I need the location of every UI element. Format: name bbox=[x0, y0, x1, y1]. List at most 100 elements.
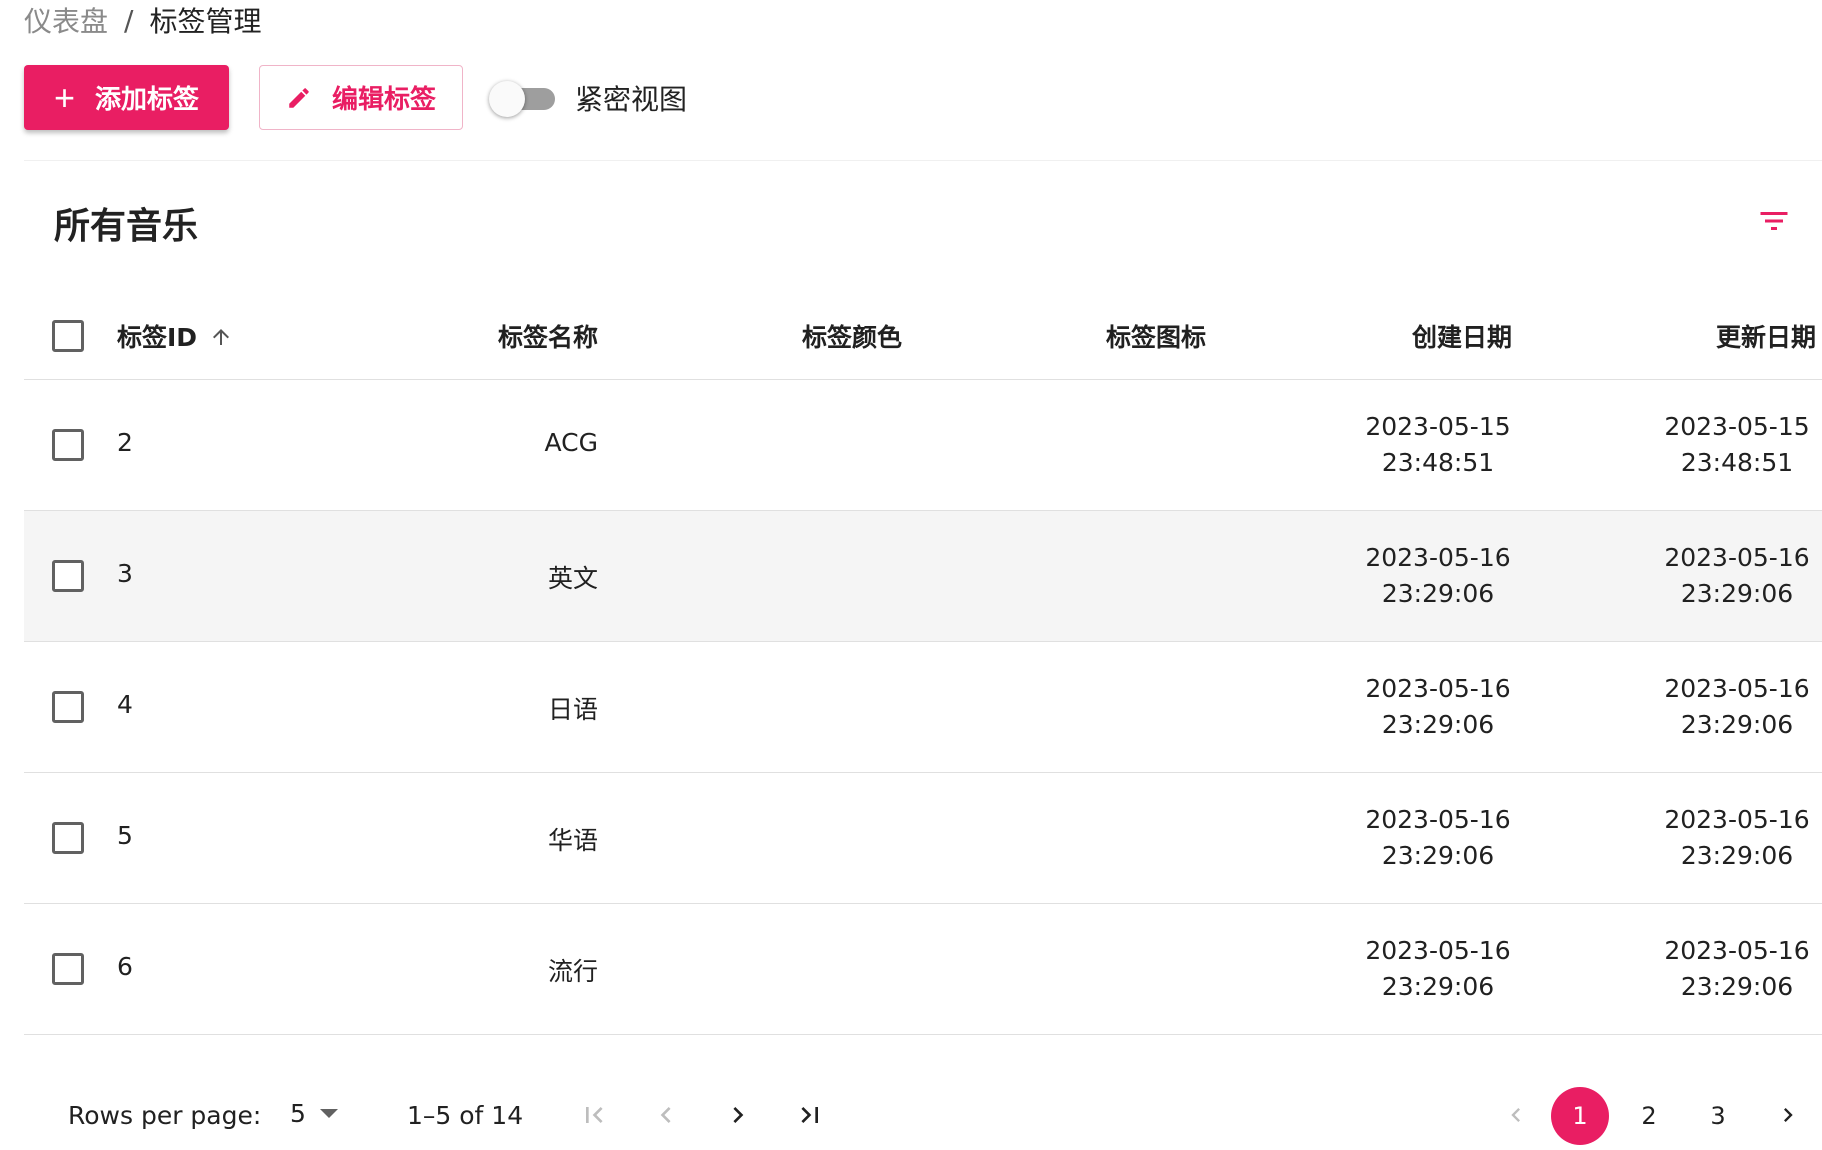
tags-card: 所有音乐 标签ID 标签名称 标签颜色 标签图标 创建日期 更新日期 2 ACG… bbox=[24, 160, 1822, 1150]
header-updated-date[interactable]: 更新日期 bbox=[1716, 318, 1816, 354]
page-button-2[interactable]: 2 bbox=[1620, 1087, 1678, 1145]
arrow-up-icon bbox=[213, 329, 230, 345]
cell-updated-date: 2023-05-16 23:29:06 bbox=[1637, 802, 1822, 874]
rows-per-page-value: 5 bbox=[290, 1099, 306, 1128]
cell-created-date: 2023-05-16 23:29:06 bbox=[1338, 671, 1538, 743]
cell-tag-id: 6 bbox=[117, 952, 133, 981]
created-time: 23:48:51 bbox=[1381, 448, 1495, 477]
cell-created-date: 2023-05-16 23:29:06 bbox=[1338, 933, 1538, 1005]
add-tag-label: 添加标签 bbox=[95, 84, 200, 114]
caret-down-icon bbox=[319, 1109, 338, 1118]
updated-date: 2023-05-15 bbox=[1664, 412, 1810, 441]
pagination: Rows per page: 5 1–5 of 14 1 2 3 bbox=[24, 1081, 1822, 1150]
prev-page-button[interactable] bbox=[642, 1091, 690, 1139]
last-page-icon bbox=[801, 1107, 818, 1123]
cell-tag-name: 华语 bbox=[547, 826, 598, 855]
updated-time: 23:29:06 bbox=[1680, 710, 1794, 739]
updated-time: 23:48:51 bbox=[1680, 448, 1794, 477]
created-time: 23:29:06 bbox=[1381, 972, 1495, 1001]
cell-tag-id: 4 bbox=[117, 690, 133, 719]
updated-date: 2023-05-16 bbox=[1664, 805, 1810, 834]
cell-updated-date: 2023-05-16 23:29:06 bbox=[1637, 540, 1822, 612]
updated-time: 23:29:06 bbox=[1680, 579, 1794, 608]
updated-time: 23:29:06 bbox=[1680, 841, 1794, 870]
pagination-range: 1–5 of 14 bbox=[407, 1101, 524, 1130]
cell-tag-name: 日语 bbox=[547, 695, 598, 724]
cell-tag-name: ACG bbox=[544, 428, 599, 457]
row-checkbox[interactable] bbox=[52, 953, 84, 985]
cell-tag-name: 流行 bbox=[547, 957, 598, 986]
rows-per-page-select[interactable]: 5 bbox=[290, 1099, 338, 1128]
breadcrumb: 仪表盘 / 标签管理 bbox=[24, 0, 261, 40]
row-checkbox[interactable] bbox=[52, 560, 84, 592]
created-time: 23:29:06 bbox=[1381, 710, 1495, 739]
row-checkbox[interactable] bbox=[52, 691, 84, 723]
chevron-right-icon bbox=[733, 1107, 744, 1123]
toolbar: + 添加标签 编辑标签 紧密视图 bbox=[24, 65, 687, 130]
select-all-checkbox[interactable] bbox=[52, 320, 84, 352]
row-checkbox[interactable] bbox=[52, 822, 84, 854]
row-checkbox[interactable] bbox=[52, 429, 84, 461]
last-page-button[interactable] bbox=[786, 1091, 834, 1139]
filter-list-icon bbox=[1760, 212, 1788, 230]
header-tag-icon[interactable]: 标签图标 bbox=[1106, 318, 1206, 354]
rows-per-page-label: Rows per page: bbox=[68, 1101, 262, 1130]
table-row[interactable]: 5 华语 2023-05-16 23:29:06 2023-05-16 23:29:… bbox=[24, 773, 1822, 904]
header-tag-id[interactable]: 标签ID bbox=[117, 318, 233, 354]
cell-tag-id: 5 bbox=[117, 821, 133, 850]
cell-created-date: 2023-05-16 23:29:06 bbox=[1338, 802, 1538, 874]
updated-date: 2023-05-16 bbox=[1664, 936, 1810, 965]
cell-created-date: 2023-05-15 23:48:51 bbox=[1338, 409, 1538, 481]
breadcrumb-current: 标签管理 bbox=[149, 5, 262, 38]
created-date: 2023-05-15 bbox=[1365, 412, 1511, 441]
cell-tag-id: 3 bbox=[117, 559, 133, 588]
edit-tag-label: 编辑标签 bbox=[331, 84, 436, 114]
chevron-right-icon bbox=[1784, 1108, 1793, 1122]
created-date: 2023-05-16 bbox=[1365, 674, 1511, 703]
created-date: 2023-05-16 bbox=[1365, 936, 1511, 965]
page-prev-button[interactable] bbox=[1492, 1091, 1540, 1139]
breadcrumb-dashboard[interactable]: 仪表盘 bbox=[24, 0, 108, 40]
table-row[interactable]: 3 英文 2023-05-16 23:29:06 2023-05-16 23:29:… bbox=[24, 511, 1822, 642]
first-page-icon bbox=[586, 1107, 603, 1123]
created-time: 23:29:06 bbox=[1381, 841, 1495, 870]
created-date: 2023-05-16 bbox=[1365, 805, 1511, 834]
chevron-left-icon bbox=[660, 1107, 671, 1123]
filter-button[interactable] bbox=[1744, 191, 1804, 251]
next-page-button[interactable] bbox=[714, 1091, 762, 1139]
chevron-left-icon bbox=[1511, 1108, 1520, 1122]
dense-view-label: 紧密视图 bbox=[575, 82, 688, 116]
cell-updated-date: 2023-05-15 23:48:51 bbox=[1637, 409, 1822, 481]
card-title: 所有音乐 bbox=[54, 206, 199, 247]
pencil-icon bbox=[289, 87, 309, 108]
table-row[interactable]: 4 日语 2023-05-16 23:29:06 2023-05-16 23:29:… bbox=[24, 642, 1822, 773]
table-header: 标签ID 标签名称 标签颜色 标签图标 创建日期 更新日期 bbox=[24, 291, 1822, 380]
updated-date: 2023-05-16 bbox=[1664, 543, 1810, 572]
switch-thumb bbox=[489, 80, 525, 117]
page-button-1[interactable]: 1 bbox=[1551, 1087, 1609, 1145]
header-created-date[interactable]: 创建日期 bbox=[1412, 318, 1512, 354]
cell-tag-name: 英文 bbox=[547, 564, 598, 593]
header-tag-color[interactable]: 标签颜色 bbox=[802, 318, 902, 354]
table-row[interactable]: 2 ACG 2023-05-15 23:48:51 2023-05-15 23:48… bbox=[24, 380, 1822, 511]
page-next-button[interactable] bbox=[1764, 1091, 1812, 1139]
edit-tag-button[interactable]: 编辑标签 bbox=[259, 65, 463, 130]
created-date: 2023-05-16 bbox=[1365, 543, 1511, 572]
header-tag-id-label: 标签ID bbox=[117, 323, 198, 352]
cell-tag-id: 2 bbox=[117, 428, 133, 457]
cell-updated-date: 2023-05-16 23:29:06 bbox=[1637, 671, 1822, 743]
add-tag-button[interactable]: + 添加标签 bbox=[24, 65, 229, 130]
dense-view-switch[interactable] bbox=[489, 77, 557, 119]
tags-table: 标签ID 标签名称 标签颜色 标签图标 创建日期 更新日期 2 ACG 2023… bbox=[24, 291, 1822, 1035]
first-page-button[interactable] bbox=[570, 1091, 618, 1139]
cell-created-date: 2023-05-16 23:29:06 bbox=[1338, 540, 1538, 612]
table-row[interactable]: 6 流行 2023-05-16 23:29:06 2023-05-16 23:29:… bbox=[24, 904, 1822, 1035]
page-button-3[interactable]: 3 bbox=[1689, 1087, 1747, 1145]
cell-updated-date: 2023-05-16 23:29:06 bbox=[1637, 933, 1822, 1005]
updated-time: 23:29:06 bbox=[1680, 972, 1794, 1001]
plus-icon: + bbox=[53, 76, 75, 118]
header-tag-name[interactable]: 标签名称 bbox=[498, 318, 598, 354]
updated-date: 2023-05-16 bbox=[1664, 674, 1810, 703]
breadcrumb-separator: / bbox=[124, 3, 134, 37]
created-time: 23:29:06 bbox=[1381, 579, 1495, 608]
